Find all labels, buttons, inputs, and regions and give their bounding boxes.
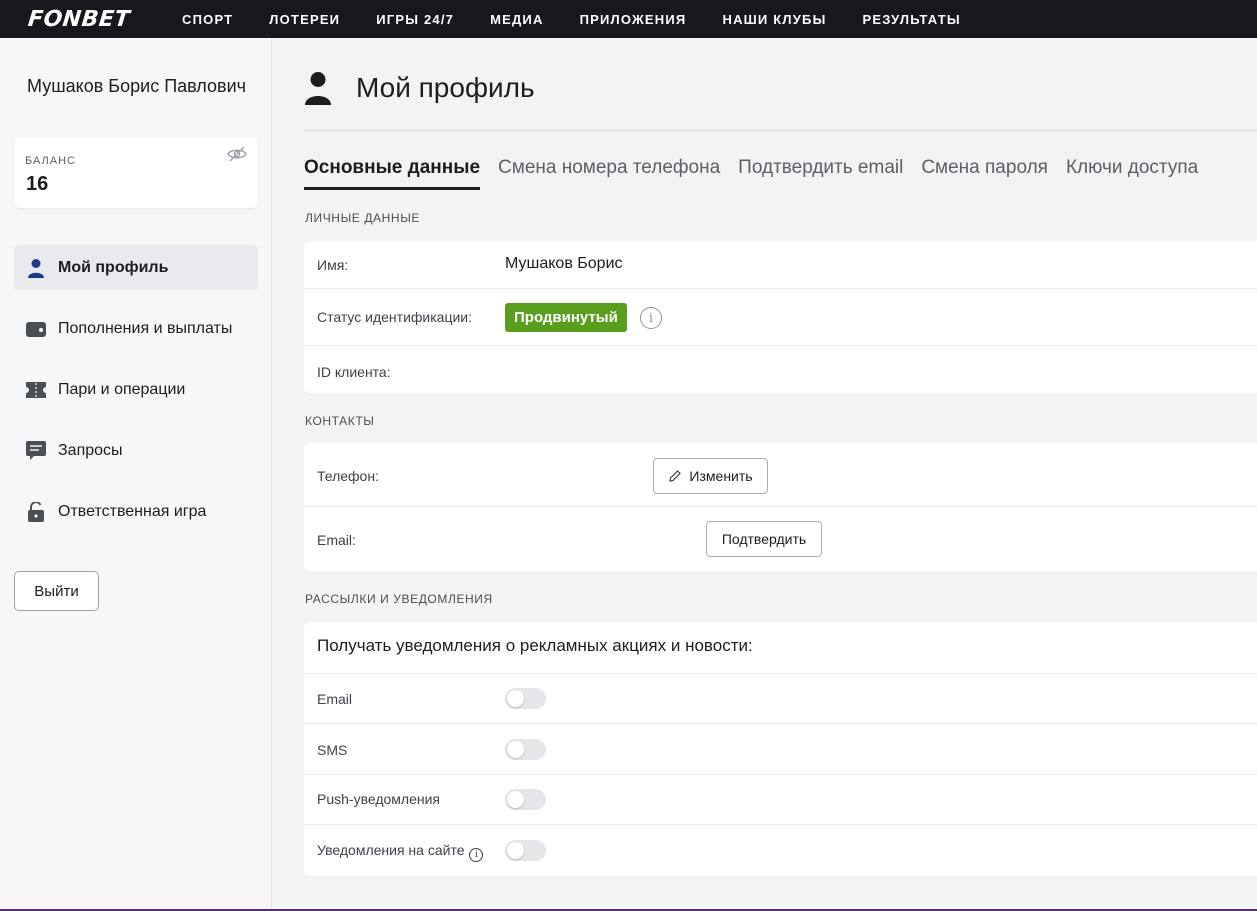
sidebar-item-label: Пари и операции: [58, 380, 186, 398]
row-email: Email: Подтвердить: [304, 507, 1257, 571]
email-label: Email:: [317, 532, 356, 548]
info-icon[interactable]: i: [469, 848, 484, 862]
tab-change-password[interactable]: Смена пароля: [921, 157, 1048, 190]
notify-sms-toggle[interactable]: [505, 739, 546, 760]
sidebar-item-label: Запросы: [58, 441, 123, 459]
page-title: Мой профиль: [356, 72, 535, 103]
user-icon: [26, 258, 46, 278]
status-label: Статус идентификации:: [317, 309, 472, 325]
pencil-icon: [669, 470, 682, 482]
nav-item-lotteries[interactable]: ЛОТЕРЕИ: [269, 12, 340, 27]
row-phone: Телефон: Изменить: [304, 443, 1257, 507]
balance-label: БАЛАНС: [25, 155, 76, 167]
row-notify-heading: Получать уведомления о рекламных акциях …: [304, 622, 1257, 674]
section-title-contacts: КОНТАКТЫ: [305, 414, 375, 428]
confirm-email-button[interactable]: Подтвердить: [706, 521, 822, 557]
tab-access-keys[interactable]: Ключи доступа: [1066, 157, 1198, 190]
info-icon[interactable]: i: [640, 307, 662, 329]
user-full-name: Мушаков Борис Павлович: [27, 76, 246, 96]
sidebar-menu: Мой профиль Пополнения и выплаты Пари и …: [14, 245, 258, 550]
notify-site-label: Уведомления на сайте i: [317, 842, 484, 862]
lock-icon: [26, 501, 46, 522]
sidebar-item-responsible-gaming[interactable]: Ответственная игра: [14, 489, 258, 534]
notify-email-label: Email: [317, 691, 353, 707]
tab-change-phone[interactable]: Смена номера телефона: [498, 157, 720, 190]
nav-item-games[interactable]: ИГРЫ 24/7: [376, 12, 454, 27]
sidebar-item-bets[interactable]: Пари и операции: [14, 367, 258, 412]
status-badge: Продвинутый: [505, 303, 627, 332]
nav-item-clubs[interactable]: НАШИ КЛУБЫ: [722, 12, 826, 27]
nav-item-apps[interactable]: ПРИЛОЖЕНИЯ: [580, 12, 687, 27]
notify-site-toggle[interactable]: [505, 840, 546, 861]
phone-label: Телефон:: [317, 468, 379, 484]
contacts-card: Телефон: Изменить Email: Подтвердить: [304, 443, 1257, 571]
personal-data-card: Имя: Мушаков Борис Статус идентификации:…: [304, 241, 1257, 393]
row-notify-push: Push-уведомления: [304, 775, 1257, 825]
nav-item-sport[interactable]: СПОРТ: [182, 12, 233, 27]
sidebar-item-label: Мой профиль: [58, 258, 169, 276]
section-title-notifications: РАССЫЛКИ И УВЕДОМЛЕНИЯ: [305, 592, 493, 606]
sidebar-item-label: Пополнения и выплаты: [58, 319, 233, 337]
logout-button[interactable]: Выйти: [14, 571, 99, 611]
notifications-heading: Получать уведомления о рекламных акциях …: [317, 636, 753, 655]
nav-item-media[interactable]: МЕДИА: [490, 12, 544, 27]
change-phone-button[interactable]: Изменить: [653, 458, 768, 494]
row-status: Статус идентификации: Продвинутый i: [304, 289, 1257, 346]
divider: [304, 130, 1257, 131]
row-name: Имя: Мушаков Борис: [304, 241, 1257, 289]
balance-card: БАЛАНС 16: [14, 137, 258, 208]
user-icon: [305, 72, 331, 105]
sidebar-item-my-profile[interactable]: Мой профиль: [14, 245, 258, 290]
client-id-label: ID клиента:: [317, 364, 391, 380]
tab-confirm-email[interactable]: Подтвердить email: [738, 157, 903, 190]
nav-item-results[interactable]: РЕЗУЛЬТАТЫ: [863, 12, 961, 27]
fonbet-logo[interactable]: FONBET: [27, 7, 160, 32]
notifications-card: Получать уведомления о рекламных акциях …: [304, 622, 1257, 876]
section-title-personal: ЛИЧНЫЕ ДАННЫЕ: [305, 211, 421, 225]
notify-sms-label: SMS: [317, 742, 348, 758]
sidebar-item-requests[interactable]: Запросы: [14, 428, 258, 473]
row-client-id: ID клиента:: [304, 346, 1257, 393]
tab-basic-data[interactable]: Основные данные: [304, 157, 481, 190]
name-label: Имя:: [317, 257, 349, 273]
top-navigation-bar: FONBET СПОРТ ЛОТЕРЕИ ИГРЫ 24/7 МЕДИА ПРИ…: [0, 0, 1257, 38]
balance-value: 16: [26, 173, 49, 195]
row-notify-email: Email: [304, 674, 1257, 724]
main-nav: СПОРТ ЛОТЕРЕИ ИГРЫ 24/7 МЕДИА ПРИЛОЖЕНИЯ…: [182, 12, 997, 27]
change-button-label: Изменить: [689, 468, 753, 484]
chat-icon: [26, 440, 46, 461]
name-value: Мушаков Борис: [505, 255, 623, 272]
ticket-icon: [26, 380, 46, 400]
notify-push-label: Push-уведомления: [317, 791, 440, 807]
sidebar-item-deposits[interactable]: Пополнения и выплаты: [14, 306, 258, 351]
sidebar: Мушаков Борис Павлович БАЛАНС 16 Мой про…: [0, 38, 272, 911]
notify-push-toggle[interactable]: [505, 789, 546, 810]
eye-off-icon[interactable]: [227, 145, 247, 163]
wallet-icon: [26, 319, 46, 339]
row-notify-sms: SMS: [304, 724, 1257, 775]
sidebar-item-label: Ответственная игра: [58, 502, 207, 520]
notify-email-toggle[interactable]: [505, 688, 546, 709]
row-notify-site: Уведомления на сайте i: [304, 825, 1257, 876]
page-header: Мой профиль: [304, 71, 535, 105]
profile-tabs: Основные данные Смена номера телефона По…: [304, 157, 1216, 190]
notify-site-label-text: Уведомления на сайте: [317, 842, 465, 858]
